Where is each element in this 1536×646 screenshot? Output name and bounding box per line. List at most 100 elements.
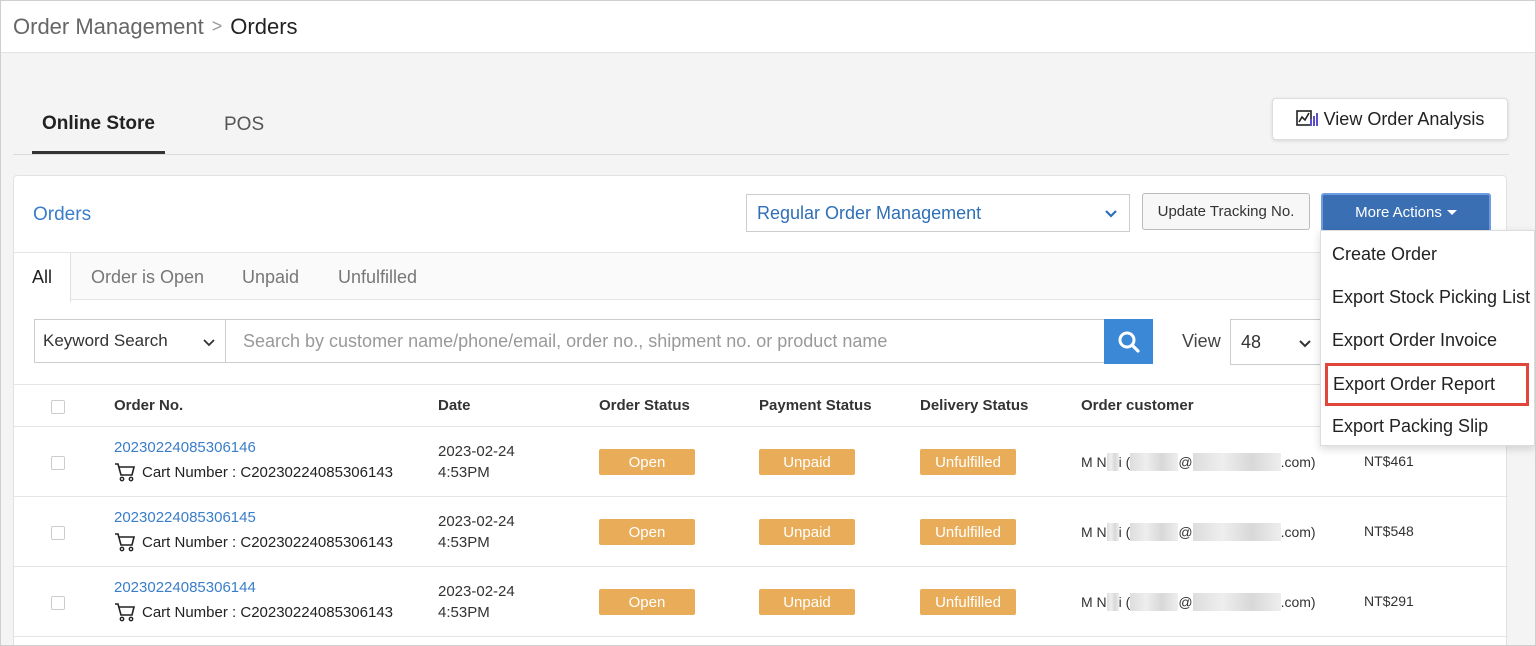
app-frame: Order Management > Orders Online Store P… [0,0,1536,646]
tab-pos[interactable]: POS [224,97,264,153]
chevron-down-icon [203,339,215,347]
order-time: 4:53PM [438,464,490,481]
more-actions-button[interactable]: More Actions [1321,193,1491,232]
menu-item-export-order-invoice[interactable]: Export Order Invoice [1321,319,1535,362]
redacted-block [1130,523,1179,541]
delivery-status-badge: Unfulfilled [920,449,1016,475]
header-delivery-status: Delivery Status [920,397,1029,414]
delivery-status-badge: Unfulfilled [920,519,1016,545]
customer-name-start: M N [1081,594,1107,610]
view-count-value: 48 [1241,331,1262,352]
order-status-badge: Open [599,449,695,475]
cart-number-text: Cart Number : C20230224085306143 [142,533,394,551]
order-customer: M N i ( @ .com) [1081,453,1316,471]
redacted-block [1192,593,1281,611]
view-count-select[interactable]: 48 [1230,319,1322,365]
header-payment-status: Payment Status [759,397,872,414]
tab-all[interactable]: All [14,253,72,302]
more-actions-label: More Actions [1355,204,1442,221]
order-amount: NT$461 [1364,453,1414,469]
redacted-block [1106,453,1119,471]
cart-icon [115,533,136,552]
delivery-status-badge: Unfulfilled [920,589,1016,615]
order-date: 2023-02-24 [438,583,515,600]
table-row: 20230224085306146 Cart Number : C2023022… [14,427,1508,497]
customer-name-end: i ( [1118,454,1131,470]
cart-number: Cart Number : C20230224085306143 [114,602,393,622]
view-order-analysis-button[interactable]: View Order Analysis [1272,98,1508,140]
order-management-value: Regular Order Management [757,202,982,223]
orders-panel: Orders Regular Order Management Update T… [13,175,1508,645]
menu-item-export-stock-picking-list[interactable]: Export Stock Picking List [1321,276,1535,319]
cart-number: Cart Number : C20230224085306143 [114,462,393,482]
order-time: 4:53PM [438,604,490,621]
customer-domain: .com) [1280,594,1316,610]
cart-icon [115,603,136,622]
order-date: 2023-02-24 [438,443,515,460]
row-checkbox[interactable] [51,596,65,610]
update-tracking-button[interactable]: Update Tracking No. [1142,193,1310,230]
breadcrumb-separator: > [211,16,223,36]
tab-unpaid[interactable]: Unpaid [242,253,299,301]
customer-at: @ [1178,524,1193,540]
customer-name-end: i ( [1118,594,1131,610]
header-date[interactable]: Date [438,397,471,414]
redacted-block [1106,593,1119,611]
breadcrumb-parent[interactable]: Order Management [13,14,204,40]
search-input[interactable] [225,319,1105,363]
order-date: 2023-02-24 [438,513,515,530]
chevron-down-icon [1299,340,1311,348]
order-status-badge: Open [599,589,695,615]
cart-number-text: Cart Number : C20230224085306143 [142,603,394,621]
tab-unfulfilled[interactable]: Unfulfilled [338,253,417,301]
menu-item-export-packing-slip[interactable]: Export Packing Slip [1321,405,1535,448]
search-button[interactable] [1104,319,1153,364]
customer-at: @ [1178,454,1193,470]
menu-item-create-order[interactable]: Create Order [1321,233,1535,276]
order-customer: M N i ( @ .com) [1081,523,1316,541]
order-amount: NT$548 [1364,523,1414,539]
row-checkbox[interactable] [51,456,65,470]
order-management-select[interactable]: Regular Order Management [746,194,1130,232]
more-actions-menu: Create Order Export Stock Picking List E… [1320,230,1535,446]
cart-number-text: Cart Number : C20230224085306143 [142,463,394,481]
customer-name-start: M N [1081,454,1107,470]
tab-online-store[interactable]: Online Store [32,97,165,154]
chart-analysis-icon [1295,110,1318,126]
redacted-block [1192,453,1281,471]
tab-order-is-open[interactable]: Order is Open [91,253,204,301]
caret-down-icon [1446,210,1457,215]
search-icon [1118,331,1140,353]
order-amount: NT$291 [1364,593,1414,609]
customer-at: @ [1178,594,1193,610]
chevron-down-icon [1105,210,1117,218]
redacted-block [1130,593,1179,611]
payment-status-badge: Unpaid [759,519,855,545]
customer-name-start: M N [1081,524,1107,540]
select-all-checkbox[interactable] [51,400,65,414]
table-row: 20230224085306145 Cart Number : C2023022… [14,497,1508,567]
customer-domain: .com) [1280,524,1316,540]
order-number-link[interactable]: 20230224085306146 [114,439,256,456]
header-order-no[interactable]: Order No. [114,397,183,414]
order-number-link[interactable]: 20230224085306144 [114,579,256,596]
header-order-status: Order Status [599,397,690,414]
view-label: View [1182,331,1221,351]
order-status-badge: Open [599,519,695,545]
table-row: 20230224085306144 Cart Number : C2023022… [14,567,1508,637]
menu-item-export-order-report[interactable]: Export Order Report [1325,363,1529,406]
order-number-link[interactable]: 20230224085306145 [114,509,256,526]
order-customer: M N i ( @ .com) [1081,593,1316,611]
table-header: Order No. Date Order Status Payment Stat… [14,384,1508,427]
search-type-select[interactable]: Keyword Search [34,319,226,363]
cart-number: Cart Number : C20230224085306143 [114,532,393,552]
status-tabs: All Order is Open Unpaid Unfulfilled [14,252,1508,302]
view-order-analysis-label: View Order Analysis [1323,108,1485,129]
breadcrumb: Order Management > Orders [1,1,1535,53]
redacted-block [1192,523,1281,541]
breadcrumb-current: Orders [230,13,298,39]
customer-name-end: i ( [1118,524,1131,540]
cart-icon [115,463,136,482]
row-checkbox[interactable] [51,526,65,540]
header-order-customer: Order customer [1081,397,1194,414]
